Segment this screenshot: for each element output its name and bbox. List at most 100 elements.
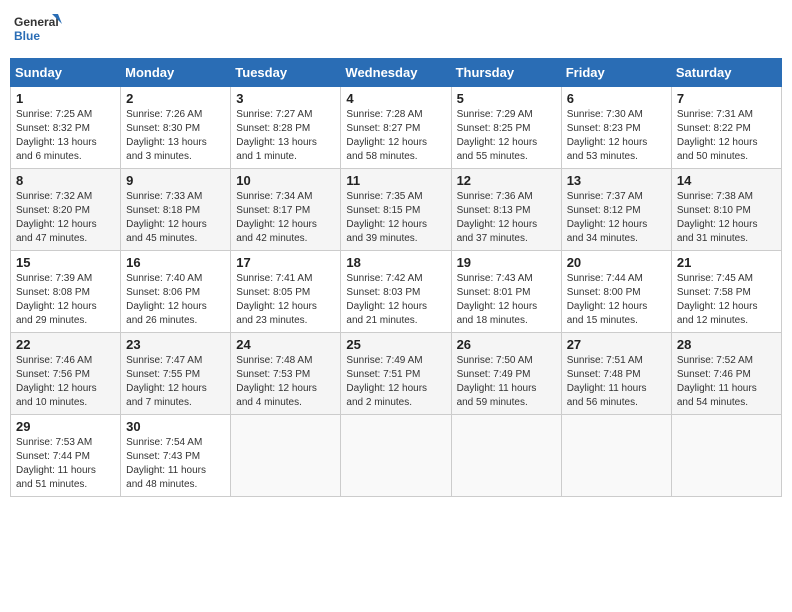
calendar-cell: 13 Sunrise: 7:37 AM Sunset: 8:12 PM Dayl… [561,169,671,251]
day-info: Sunrise: 7:26 AM Sunset: 8:30 PM Dayligh… [126,108,225,164]
day-number: 20 [567,255,666,270]
day-number: 5 [457,91,556,106]
calendar-week-5: 29 Sunrise: 7:53 AM Sunset: 7:44 PM Dayl… [11,415,782,497]
day-number: 21 [677,255,776,270]
day-number: 13 [567,173,666,188]
calendar-cell: 17 Sunrise: 7:41 AM Sunset: 8:05 PM Dayl… [231,251,341,333]
calendar-cell: 11 Sunrise: 7:35 AM Sunset: 8:15 PM Dayl… [341,169,451,251]
day-number: 30 [126,419,225,434]
calendar-cell: 22 Sunrise: 7:46 AM Sunset: 7:56 PM Dayl… [11,333,121,415]
calendar-cell: 1 Sunrise: 7:25 AM Sunset: 8:32 PM Dayli… [11,87,121,169]
calendar-cell: 10 Sunrise: 7:34 AM Sunset: 8:17 PM Dayl… [231,169,341,251]
day-info: Sunrise: 7:54 AM Sunset: 7:43 PM Dayligh… [126,436,225,492]
day-info: Sunrise: 7:52 AM Sunset: 7:46 PM Dayligh… [677,354,776,410]
calendar-cell: 20 Sunrise: 7:44 AM Sunset: 8:00 PM Dayl… [561,251,671,333]
calendar-cell: 27 Sunrise: 7:51 AM Sunset: 7:48 PM Dayl… [561,333,671,415]
day-number: 10 [236,173,335,188]
calendar-week-1: 1 Sunrise: 7:25 AM Sunset: 8:32 PM Dayli… [11,87,782,169]
day-number: 12 [457,173,556,188]
column-header-saturday: Saturday [671,59,781,87]
day-info: Sunrise: 7:31 AM Sunset: 8:22 PM Dayligh… [677,108,776,164]
day-info: Sunrise: 7:28 AM Sunset: 8:27 PM Dayligh… [346,108,445,164]
day-number: 14 [677,173,776,188]
calendar-cell: 24 Sunrise: 7:48 AM Sunset: 7:53 PM Dayl… [231,333,341,415]
column-header-monday: Monday [121,59,231,87]
day-info: Sunrise: 7:47 AM Sunset: 7:55 PM Dayligh… [126,354,225,410]
day-info: Sunrise: 7:48 AM Sunset: 7:53 PM Dayligh… [236,354,335,410]
calendar-cell [561,415,671,497]
calendar-week-2: 8 Sunrise: 7:32 AM Sunset: 8:20 PM Dayli… [11,169,782,251]
day-info: Sunrise: 7:35 AM Sunset: 8:15 PM Dayligh… [346,190,445,246]
calendar-cell: 28 Sunrise: 7:52 AM Sunset: 7:46 PM Dayl… [671,333,781,415]
day-number: 8 [16,173,115,188]
calendar-header-row: SundayMondayTuesdayWednesdayThursdayFrid… [11,59,782,87]
day-number: 28 [677,337,776,352]
column-header-thursday: Thursday [451,59,561,87]
day-info: Sunrise: 7:53 AM Sunset: 7:44 PM Dayligh… [16,436,115,492]
day-number: 24 [236,337,335,352]
day-number: 7 [677,91,776,106]
day-number: 6 [567,91,666,106]
day-number: 25 [346,337,445,352]
day-info: Sunrise: 7:30 AM Sunset: 8:23 PM Dayligh… [567,108,666,164]
calendar-cell: 16 Sunrise: 7:40 AM Sunset: 8:06 PM Dayl… [121,251,231,333]
logo-svg: General Blue [14,10,64,50]
column-header-wednesday: Wednesday [341,59,451,87]
column-header-friday: Friday [561,59,671,87]
day-info: Sunrise: 7:29 AM Sunset: 8:25 PM Dayligh… [457,108,556,164]
day-info: Sunrise: 7:50 AM Sunset: 7:49 PM Dayligh… [457,354,556,410]
day-info: Sunrise: 7:43 AM Sunset: 8:01 PM Dayligh… [457,272,556,328]
calendar-cell: 26 Sunrise: 7:50 AM Sunset: 7:49 PM Dayl… [451,333,561,415]
day-number: 11 [346,173,445,188]
calendar-cell [451,415,561,497]
day-info: Sunrise: 7:34 AM Sunset: 8:17 PM Dayligh… [236,190,335,246]
calendar-cell: 15 Sunrise: 7:39 AM Sunset: 8:08 PM Dayl… [11,251,121,333]
calendar-cell: 29 Sunrise: 7:53 AM Sunset: 7:44 PM Dayl… [11,415,121,497]
calendar-cell: 19 Sunrise: 7:43 AM Sunset: 8:01 PM Dayl… [451,251,561,333]
calendar-cell: 6 Sunrise: 7:30 AM Sunset: 8:23 PM Dayli… [561,87,671,169]
calendar-cell [341,415,451,497]
calendar-cell: 9 Sunrise: 7:33 AM Sunset: 8:18 PM Dayli… [121,169,231,251]
day-info: Sunrise: 7:42 AM Sunset: 8:03 PM Dayligh… [346,272,445,328]
calendar-cell: 14 Sunrise: 7:38 AM Sunset: 8:10 PM Dayl… [671,169,781,251]
day-number: 4 [346,91,445,106]
day-info: Sunrise: 7:41 AM Sunset: 8:05 PM Dayligh… [236,272,335,328]
calendar-week-4: 22 Sunrise: 7:46 AM Sunset: 7:56 PM Dayl… [11,333,782,415]
calendar-cell: 2 Sunrise: 7:26 AM Sunset: 8:30 PM Dayli… [121,87,231,169]
day-info: Sunrise: 7:49 AM Sunset: 7:51 PM Dayligh… [346,354,445,410]
calendar-cell [671,415,781,497]
day-info: Sunrise: 7:33 AM Sunset: 8:18 PM Dayligh… [126,190,225,246]
day-number: 3 [236,91,335,106]
day-number: 18 [346,255,445,270]
day-number: 19 [457,255,556,270]
svg-text:Blue: Blue [14,29,40,43]
calendar-cell: 18 Sunrise: 7:42 AM Sunset: 8:03 PM Dayl… [341,251,451,333]
day-number: 9 [126,173,225,188]
day-info: Sunrise: 7:38 AM Sunset: 8:10 PM Dayligh… [677,190,776,246]
column-header-tuesday: Tuesday [231,59,341,87]
svg-text:General: General [14,15,59,29]
day-info: Sunrise: 7:25 AM Sunset: 8:32 PM Dayligh… [16,108,115,164]
day-number: 29 [16,419,115,434]
calendar-cell [231,415,341,497]
calendar-cell: 30 Sunrise: 7:54 AM Sunset: 7:43 PM Dayl… [121,415,231,497]
day-info: Sunrise: 7:51 AM Sunset: 7:48 PM Dayligh… [567,354,666,410]
day-number: 22 [16,337,115,352]
calendar-cell: 8 Sunrise: 7:32 AM Sunset: 8:20 PM Dayli… [11,169,121,251]
day-info: Sunrise: 7:45 AM Sunset: 7:58 PM Dayligh… [677,272,776,328]
column-header-sunday: Sunday [11,59,121,87]
calendar-cell: 25 Sunrise: 7:49 AM Sunset: 7:51 PM Dayl… [341,333,451,415]
calendar-cell: 12 Sunrise: 7:36 AM Sunset: 8:13 PM Dayl… [451,169,561,251]
day-number: 16 [126,255,225,270]
day-info: Sunrise: 7:46 AM Sunset: 7:56 PM Dayligh… [16,354,115,410]
calendar-cell: 5 Sunrise: 7:29 AM Sunset: 8:25 PM Dayli… [451,87,561,169]
day-number: 15 [16,255,115,270]
day-number: 2 [126,91,225,106]
calendar-cell: 3 Sunrise: 7:27 AM Sunset: 8:28 PM Dayli… [231,87,341,169]
day-info: Sunrise: 7:40 AM Sunset: 8:06 PM Dayligh… [126,272,225,328]
day-number: 17 [236,255,335,270]
day-info: Sunrise: 7:32 AM Sunset: 8:20 PM Dayligh… [16,190,115,246]
day-info: Sunrise: 7:36 AM Sunset: 8:13 PM Dayligh… [457,190,556,246]
day-info: Sunrise: 7:37 AM Sunset: 8:12 PM Dayligh… [567,190,666,246]
day-info: Sunrise: 7:27 AM Sunset: 8:28 PM Dayligh… [236,108,335,164]
